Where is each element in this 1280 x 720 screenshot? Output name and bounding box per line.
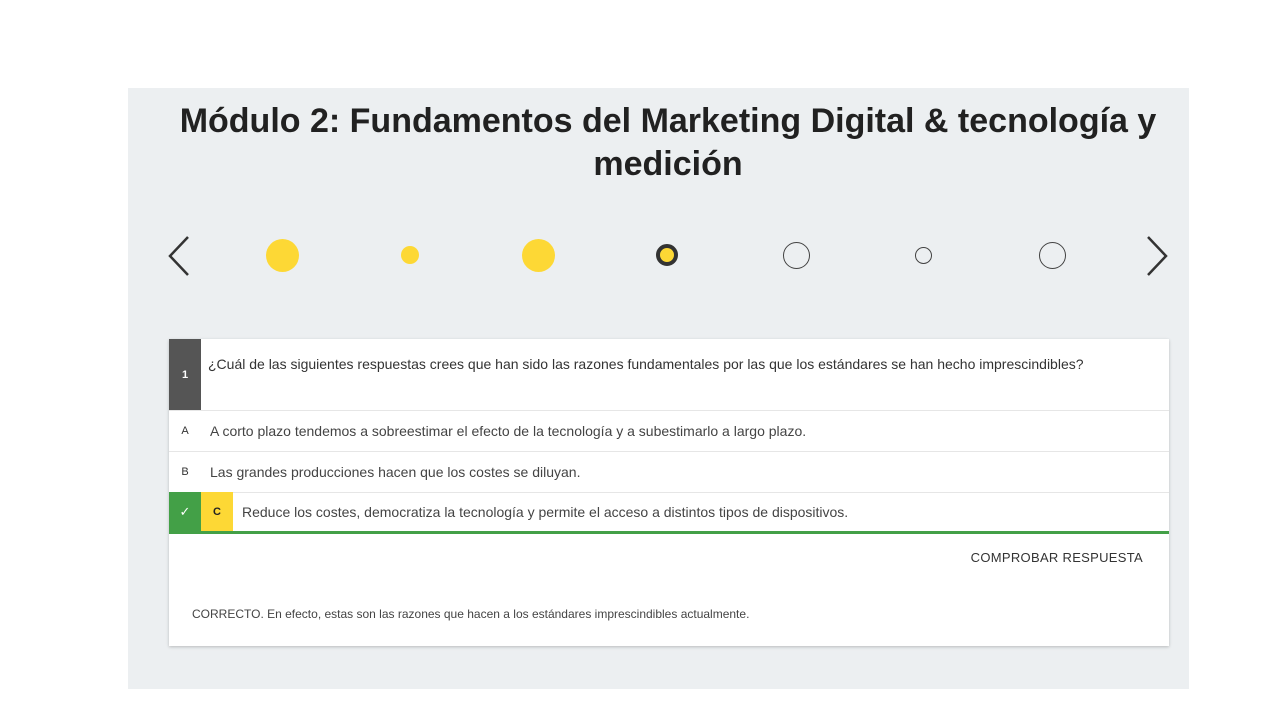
feedback-text: CORRECTO. En efecto, estas son las razon… (192, 607, 750, 621)
question-card: 1 ¿Cuál de las siguientes respuestas cre… (169, 339, 1169, 646)
nav-dot-2[interactable] (401, 246, 419, 264)
option-c-selected[interactable]: ✓ C Reduce los costes, democratiza la te… (169, 492, 1169, 534)
nav-dot-6[interactable] (915, 247, 932, 264)
next-question-button[interactable] (1138, 234, 1178, 278)
option-text: Las grandes producciones hacen que los c… (210, 464, 581, 480)
nav-dot-4-current[interactable] (656, 244, 678, 266)
nav-dot-5[interactable] (783, 242, 810, 269)
option-letter: A (181, 425, 189, 437)
question-number: 1 (169, 339, 201, 410)
option-letter: B (181, 466, 189, 478)
option-text: Reduce los costes, democratiza la tecnol… (242, 504, 849, 520)
nav-dot-7[interactable] (1039, 242, 1066, 269)
module-title: Módulo 2: Fundamentos del Marketing Digi… (179, 102, 1157, 183)
option-text: A corto plazo tendemos a sobreestimar el… (210, 423, 807, 439)
prev-question-button[interactable] (160, 234, 200, 278)
nav-dot-1[interactable] (266, 239, 299, 272)
question-text: ¿Cuál de las siguientes respuestas crees… (208, 356, 1084, 372)
question-row: 1 ¿Cuál de las siguientes respuestas cre… (169, 339, 1169, 411)
chevron-right-icon (1147, 236, 1168, 276)
chevron-left-icon (168, 236, 189, 276)
check-answer-button[interactable]: COMPROBAR RESPUESTA (969, 546, 1145, 569)
option-b[interactable]: B Las grandes producciones hacen que los… (169, 452, 1169, 493)
module-panel: Módulo 2: Fundamentos del Marketing Digi… (128, 88, 1189, 689)
question-navigator (128, 228, 1189, 284)
option-a[interactable]: A A corto plazo tendemos a sobreestimar … (169, 411, 1169, 452)
nav-dot-3[interactable] (522, 239, 555, 272)
option-letter: C (201, 492, 233, 531)
check-icon: ✓ (169, 492, 201, 531)
